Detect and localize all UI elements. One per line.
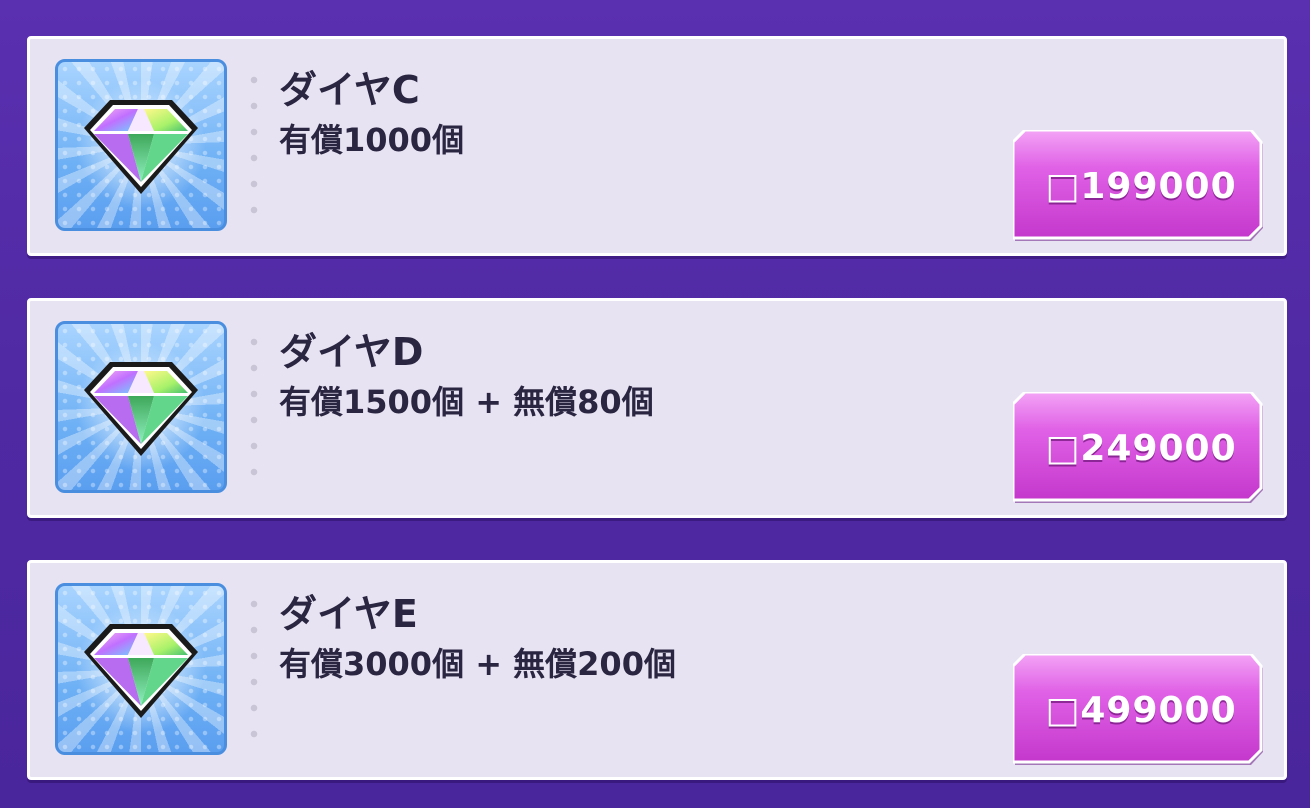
- rainbow-diamond-icon: [55, 321, 227, 493]
- buy-button[interactable]: □499000: [1013, 654, 1265, 767]
- price-label: □199000: [1045, 166, 1237, 207]
- dotted-divider: [250, 67, 258, 227]
- item-description: 有償1000個: [279, 121, 465, 159]
- shop-item-card: ダイヤC 有償1000個 □199000: [27, 36, 1287, 256]
- rainbow-diamond-icon: [55, 59, 227, 231]
- price-label: □499000: [1045, 690, 1237, 731]
- shop-item-card: ダイヤE 有償3000個 + 無償200個 □499000: [27, 560, 1287, 780]
- rainbow-diamond-icon: [55, 583, 227, 755]
- buy-button[interactable]: □199000: [1013, 130, 1265, 243]
- item-description: 有償1500個 + 無償80個: [279, 383, 654, 421]
- dotted-divider: [250, 329, 258, 489]
- item-description: 有償3000個 + 無償200個: [279, 645, 676, 683]
- item-name: ダイヤE: [279, 592, 418, 636]
- item-name: ダイヤC: [279, 68, 420, 112]
- shop-item-card: ダイヤD 有償1500個 + 無償80個 □249000: [27, 298, 1287, 518]
- price-label: □249000: [1045, 428, 1237, 469]
- dotted-divider: [250, 591, 258, 751]
- shop-item-list: ダイヤC 有償1000個 □199000 ダイヤD 有償1500個 + 無償80…: [0, 0, 1310, 808]
- buy-button[interactable]: □249000: [1013, 392, 1265, 505]
- item-name: ダイヤD: [279, 330, 424, 374]
